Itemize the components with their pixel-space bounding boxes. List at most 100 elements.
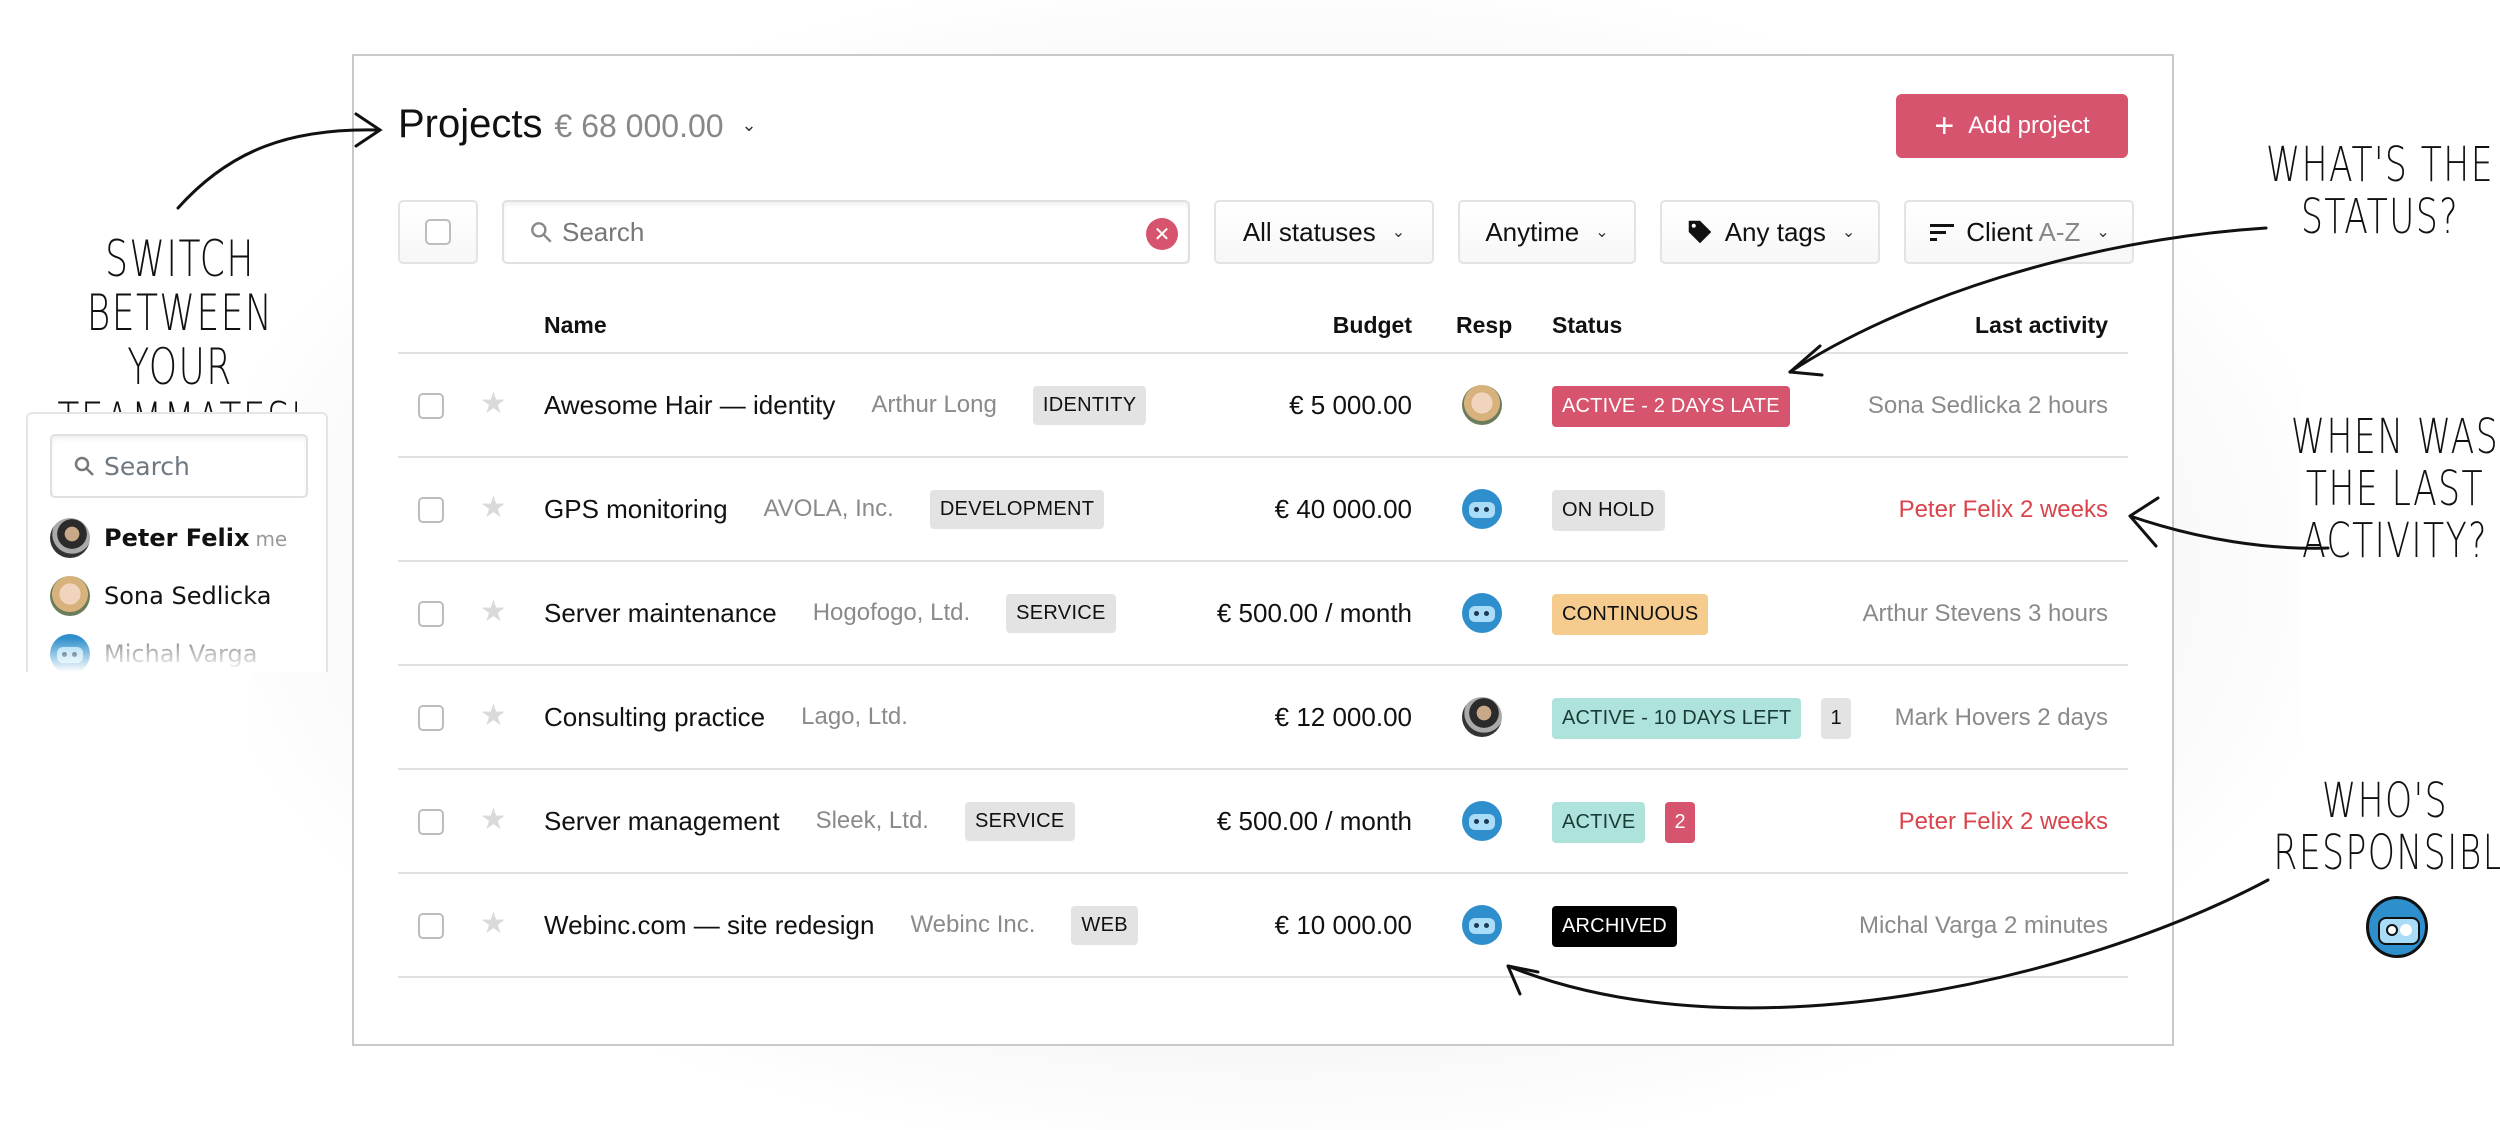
last-activity: Peter Felix 2 weeks: [1898, 496, 2108, 523]
status-badge: ACTIVE - 2 DAYS LATE: [1552, 386, 1790, 427]
column-header-budget[interactable]: Budget: [1333, 312, 1412, 339]
select-all-checkbox[interactable]: [398, 200, 478, 264]
annotation-last-activity: WHEN WAS THE LAST ACTIVITY?: [2290, 409, 2500, 569]
count-badge: 2: [1665, 802, 1695, 843]
project-row[interactable]: ★ Webinc.com — site redesign Webinc Inc. WE…: [398, 874, 2128, 978]
project-name[interactable]: Awesome Hair — identity: [544, 390, 835, 421]
sort-label: Client: [1966, 216, 2033, 247]
project-row[interactable]: ★ Awesome Hair — identity Arthur Long IDENT…: [398, 354, 2128, 458]
column-header-name[interactable]: Name: [544, 312, 607, 339]
project-tag: SERVICE: [1006, 593, 1116, 633]
robot-avatar-icon: [2366, 896, 2428, 958]
status-cell: CONTINUOUS: [1552, 594, 1709, 635]
teammate-name: Peter Felix: [104, 524, 250, 552]
project-tag: WEB: [1071, 905, 1138, 945]
project-tag: DEVELOPMENT: [929, 489, 1105, 529]
row-checkbox[interactable]: [418, 913, 444, 939]
clear-search-icon[interactable]: ✕: [1146, 218, 1178, 250]
last-activity: Michal Varga 2 minutes: [1859, 912, 2108, 939]
checkbox[interactable]: [425, 219, 451, 245]
status-badge: ON HOLD: [1552, 490, 1665, 531]
budget-value: € 5 000.00: [1289, 390, 1412, 420]
project-row[interactable]: ★ Server management Sleek, Ltd. SERVICE € 50…: [398, 770, 2128, 874]
column-header-resp[interactable]: Resp: [1456, 312, 1512, 339]
page-title[interactable]: Projects € 68 000.00 ⌄: [398, 102, 757, 147]
project-tag: IDENTITY: [1032, 385, 1147, 425]
tags-filter-dropdown[interactable]: Any tags ⌄: [1660, 200, 1880, 264]
star-icon[interactable]: ★: [480, 490, 507, 525]
teammate-item[interactable]: Sona Sedlicka: [50, 576, 271, 616]
row-checkbox[interactable]: [418, 601, 444, 627]
tags-filter-label: Any tags: [1724, 216, 1826, 247]
last-activity: Mark Hovers 2 days: [1894, 704, 2108, 731]
responsible-avatar[interactable]: [1462, 489, 1502, 529]
search-placeholder: Search: [562, 216, 645, 247]
status-badge: CONTINUOUS: [1552, 594, 1709, 635]
star-icon[interactable]: ★: [480, 386, 507, 421]
column-header-status[interactable]: Status: [1552, 312, 1622, 339]
chevron-down-icon: ⌄: [1595, 224, 1609, 241]
teammate-item[interactable]: Michal Varga: [50, 634, 257, 672]
avatar: [50, 576, 90, 616]
status-filter-dropdown[interactable]: All statuses ⌄: [1214, 200, 1434, 264]
responsible-avatar[interactable]: [1462, 905, 1502, 945]
row-checkbox[interactable]: [418, 497, 444, 523]
project-row[interactable]: ★ Consulting practice Lago, Ltd. € 12 000.0…: [398, 666, 2128, 770]
star-icon[interactable]: ★: [480, 802, 507, 837]
status-cell: ACTIVE 2: [1552, 802, 1695, 843]
budget-value: € 500.00 / month: [1216, 806, 1412, 836]
project-list: ★ Awesome Hair — identity Arthur Long IDENT…: [398, 354, 2128, 978]
project-name-cell: Server maintenance Hogofogo, Ltd. SERVICE: [544, 562, 1116, 664]
responsible-avatar[interactable]: [1462, 385, 1502, 425]
row-checkbox[interactable]: [418, 809, 444, 835]
search-input[interactable]: Search ✕: [502, 200, 1190, 264]
search-icon: [531, 222, 552, 243]
column-header-last-activity[interactable]: Last activity: [1975, 312, 2108, 339]
budget-value: € 10 000.00: [1274, 910, 1412, 940]
project-name[interactable]: GPS monitoring: [544, 494, 728, 525]
teammates-panel: Search Peter Felix me Sona Sedlicka Micha…: [26, 412, 328, 672]
teammates-search-input[interactable]: Search: [50, 434, 308, 498]
star-icon[interactable]: ★: [480, 698, 507, 733]
last-activity: Sona Sedlicka 2 hours: [1867, 392, 2108, 419]
status-badge: ACTIVE: [1552, 802, 1646, 843]
last-activity: Peter Felix 2 weeks: [1898, 808, 2108, 835]
project-name[interactable]: Server management: [544, 806, 780, 837]
time-filter-dropdown[interactable]: Anytime ⌄: [1458, 200, 1636, 264]
status-badge: ARCHIVED: [1552, 906, 1677, 947]
tag-icon: [1688, 220, 1711, 244]
teammate-name: Michal Varga: [104, 640, 258, 668]
me-label: me: [255, 527, 288, 551]
row-checkbox[interactable]: [418, 705, 444, 731]
client-name: Webinc Inc.: [910, 911, 1036, 938]
project-name[interactable]: Consulting practice: [544, 702, 765, 733]
filter-bar: Search ✕ All statuses ⌄ Anytime ⌄ Any ta…: [398, 200, 2134, 264]
responsible-avatar[interactable]: [1462, 593, 1502, 633]
sort-dropdown[interactable]: Client A-Z ⌄: [1904, 200, 2134, 264]
star-icon[interactable]: ★: [480, 906, 507, 941]
status-cell: ACTIVE - 2 DAYS LATE: [1552, 386, 1790, 427]
teammate-item[interactable]: Peter Felix me: [50, 518, 287, 558]
row-checkbox[interactable]: [418, 393, 444, 419]
project-name-cell: Consulting practice Lago, Ltd.: [544, 666, 908, 768]
project-name-cell: Webinc.com — site redesign Webinc Inc. WEB: [544, 874, 1138, 976]
annotation-status: WHAT'S THE STATUS?: [2266, 137, 2494, 245]
star-icon[interactable]: ★: [480, 594, 507, 629]
chevron-down-icon[interactable]: ⌄: [742, 115, 757, 136]
project-row[interactable]: ★ Server maintenance Hogofogo, Ltd. SERVICE…: [398, 562, 2128, 666]
time-filter-label: Anytime: [1485, 216, 1580, 247]
project-tag: SERVICE: [964, 801, 1075, 841]
add-project-button[interactable]: + Add project: [1896, 94, 2128, 158]
project-name[interactable]: Server maintenance: [544, 598, 777, 629]
count-badge: 1: [1821, 698, 1851, 739]
plus-icon: +: [1934, 107, 1955, 145]
last-activity: Arthur Stevens 3 hours: [1862, 600, 2108, 627]
project-row[interactable]: ★ GPS monitoring AVOLA, Inc. DEVELOPMENT € 4…: [398, 458, 2128, 562]
responsible-avatar[interactable]: [1462, 697, 1502, 737]
responsible-avatar[interactable]: [1462, 801, 1502, 841]
project-name[interactable]: Webinc.com — site redesign: [544, 910, 874, 941]
client-name: Arthur Long: [871, 391, 997, 418]
budget-total: € 68 000.00: [554, 108, 724, 144]
budget-value: € 500.00 / month: [1216, 598, 1412, 628]
table-header: Name Budget Resp Status Last activity: [398, 302, 2128, 354]
